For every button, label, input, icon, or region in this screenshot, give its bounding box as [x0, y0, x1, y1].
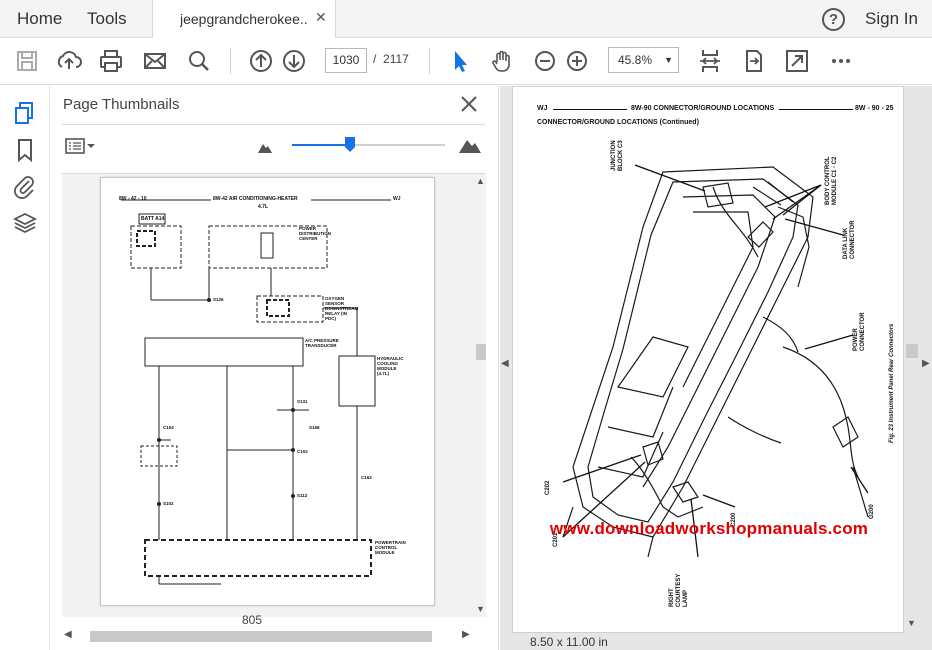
- callout-body-control-module: BODY CONTROL MODULE C1 - C2: [825, 156, 838, 205]
- callout-right-courtesy-lamp: RIGHT COURTESY LAMP: [669, 573, 689, 607]
- page-separator: /: [373, 52, 377, 66]
- document-scrollbar[interactable]: ▼: [904, 86, 918, 634]
- close-tab-icon[interactable]: ✕: [315, 9, 327, 26]
- main-toolbar: 1030 / 2117 45.8% ▼: [0, 38, 932, 85]
- next-page-icon[interactable]: [279, 46, 309, 76]
- thumb-label-s126: S126: [213, 297, 224, 302]
- thumb-label-s102: S102: [163, 501, 174, 506]
- previous-page-icon[interactable]: [246, 46, 276, 76]
- callout-power-connector: POWER CONNECTOR: [853, 312, 866, 351]
- figure-caption: Fig. 23 Instrument Panel Rear Connectors: [889, 323, 895, 443]
- help-icon[interactable]: ?: [822, 8, 845, 31]
- document-tab-name: jeepgrandcherokee...: [180, 11, 308, 27]
- scroll-down-icon[interactable]: ▼: [476, 604, 485, 614]
- fit-page-icon[interactable]: [695, 46, 725, 76]
- thumb-header-left: 8W - 42 - 10: [119, 196, 147, 202]
- document-page: WJ 8W-90 CONNECTOR/GROUND LOCATIONS 8W -…: [512, 86, 904, 634]
- next-page-arrow-icon[interactable]: ▶: [922, 358, 930, 369]
- large-thumbnail-icon[interactable]: [458, 136, 482, 154]
- thumb-label-cooling: HYDRAULIC COOLING MODULE (4.7L): [377, 356, 404, 376]
- page-thumbnails-icon[interactable]: [12, 100, 38, 126]
- email-icon[interactable]: [140, 46, 170, 76]
- document-viewer: ◀ WJ 8W-90 CONNECTOR/GROUND LOCATIONS 8W…: [500, 86, 932, 650]
- thumbnail-scrollbar[interactable]: ▲ ▼: [474, 174, 488, 618]
- scroll-left-icon[interactable]: ◀: [64, 629, 72, 640]
- thumb-header-right: WJ: [393, 196, 401, 202]
- document-tab[interactable]: jeepgrandcherokee... ✕: [152, 0, 336, 39]
- thumb-label-pcm: POWERTRAIN CONTROL MODULE: [375, 540, 406, 555]
- search-icon[interactable]: [184, 46, 214, 76]
- page-count: 2117: [383, 52, 409, 66]
- rotate-view-icon[interactable]: [739, 46, 769, 76]
- instrument-panel-drawing: [562, 164, 869, 558]
- chevron-down-icon: ▼: [664, 55, 673, 65]
- menu-tools[interactable]: Tools: [87, 0, 127, 38]
- thumbnail-page-number: 805: [242, 613, 263, 627]
- toolbar-divider: [230, 48, 231, 74]
- scroll-thumb[interactable]: [476, 344, 486, 360]
- thumb-label-s168: S168: [309, 425, 320, 430]
- thumb-header-center: 8W-42 AIR CONDITIONING-HEATER: [213, 196, 298, 202]
- more-options-icon[interactable]: [826, 46, 856, 76]
- callout-g200: G200: [869, 504, 875, 519]
- thumbnail-list: 8W - 42 - 10 8W-42 AIR CONDITIONING-HEAT…: [62, 173, 486, 617]
- zoom-in-icon[interactable]: [562, 46, 592, 76]
- panel-divider: [62, 124, 485, 125]
- scroll-down-icon[interactable]: ▼: [907, 618, 916, 628]
- page-total: / 2117: [373, 52, 409, 66]
- scroll-thumb[interactable]: [906, 344, 918, 358]
- thumb-label-c104: C104: [163, 425, 174, 430]
- panel-title: Page Thumbnails: [63, 96, 180, 113]
- sign-in-button[interactable]: Sign In: [865, 0, 918, 38]
- select-cursor-icon[interactable]: [445, 46, 475, 76]
- slider-thumb[interactable]: [345, 137, 355, 152]
- print-icon[interactable]: [96, 46, 126, 76]
- attachment-icon[interactable]: [12, 173, 38, 199]
- scroll-up-icon[interactable]: ▲: [476, 176, 485, 186]
- zoom-level-select[interactable]: 45.8% ▼: [608, 47, 679, 73]
- bookmark-icon[interactable]: [12, 137, 38, 163]
- scroll-right-icon[interactable]: ▶: [462, 629, 470, 640]
- thumb-label-c162: C162: [361, 475, 372, 480]
- page-number-input[interactable]: 1030: [325, 48, 367, 73]
- thumb-header-sub: 4.7L: [258, 204, 269, 210]
- thumbnail-size-slider[interactable]: [292, 137, 445, 153]
- thumb-label-pdc: POWER DISTRIBUTION CENTER: [299, 226, 331, 241]
- full-screen-icon[interactable]: [782, 46, 812, 76]
- top-menu-bar: Home Tools jeepgrandcherokee... ✕ ? Sign…: [0, 0, 932, 39]
- menu-home[interactable]: Home: [17, 0, 62, 38]
- thumbnail-horizontal-scrollbar[interactable]: ◀ ▶: [62, 629, 474, 643]
- h-scroll-thumb[interactable]: [90, 631, 432, 642]
- toolbar-divider: [429, 48, 430, 74]
- callout-data-link-connector: DATA LINK CONNECTOR: [843, 220, 856, 259]
- left-navigation-rail: [0, 86, 50, 650]
- layers-icon[interactable]: [12, 210, 38, 236]
- callout-junction-block: JUNCTION BLOCK C3: [611, 140, 624, 171]
- watermark-url: www.downloadworkshopmanuals.com: [549, 519, 869, 538]
- zoom-level-value: 45.8%: [618, 53, 653, 67]
- small-thumbnail-icon[interactable]: [257, 140, 273, 154]
- status-bar: 8.50 x 11.00 in: [512, 632, 904, 650]
- close-panel-icon[interactable]: [459, 94, 479, 114]
- callout-c202: C202: [545, 480, 551, 495]
- upload-cloud-icon[interactable]: [54, 46, 84, 76]
- thumb-label-relay: OXYGEN SENSOR DOWNSTREAM RELAY (IN PDC): [325, 296, 359, 321]
- thumb-label-s131: S131: [297, 399, 308, 404]
- zoom-out-icon[interactable]: [530, 46, 560, 76]
- save-icon[interactable]: [12, 46, 42, 76]
- page-thumbnail[interactable]: 8W - 42 - 10 8W-42 AIR CONDITIONING-HEAT…: [100, 177, 435, 606]
- thumb-batt-label: BATT A14: [141, 216, 165, 222]
- thumb-label-c102: C102: [297, 449, 308, 454]
- thumb-label-transducer: A/C PRESSURE TRANSDUCER: [305, 338, 339, 348]
- slider-fill: [292, 144, 350, 146]
- thumb-label-s112: S112: [297, 493, 308, 498]
- hand-tool-icon[interactable]: [487, 46, 517, 76]
- page-size-label: 8.50 x 11.00 in: [530, 635, 608, 649]
- thumbnail-options-menu[interactable]: [65, 136, 99, 156]
- prev-page-arrow-icon[interactable]: ◀: [501, 358, 509, 369]
- page-thumbnails-panel: Page Thumbnails 8W - 42 - 10 8W-42 AIR C…: [50, 86, 499, 650]
